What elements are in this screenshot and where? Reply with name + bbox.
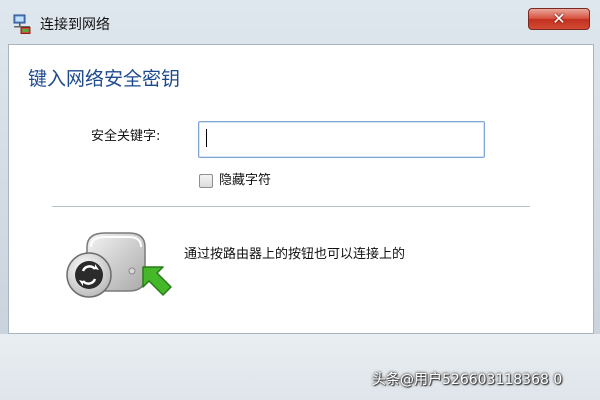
text-caret <box>206 129 207 147</box>
wps-router-icon <box>57 225 177 305</box>
hide-characters-label[interactable]: 隐藏字符 <box>219 173 271 189</box>
close-button[interactable]: ✕ <box>528 8 590 30</box>
router-instruction-text: 通过按路由器上的按钮也可以连接上的 <box>184 247 406 262</box>
dialog-footer <box>0 334 600 400</box>
security-key-label: 安全关键字: <box>91 129 161 144</box>
hide-characters-checkbox[interactable] <box>199 174 213 188</box>
green-arrow-icon <box>142 266 172 296</box>
close-icon: ✕ <box>552 9 566 28</box>
divider <box>52 206 530 207</box>
dialog-content: 键入网络安全密钥 安全关键字: 隐藏字符 通过按路由器上的按钮也可以连接上的 <box>8 44 594 334</box>
security-key-input[interactable] <box>198 121 485 158</box>
page-title: 键入网络安全密钥 <box>28 68 181 90</box>
network-icon <box>12 14 32 34</box>
connect-to-network-window: 连接到网络 ✕ 键入网络安全密钥 安全关键字: 隐藏字符 通过按路由器上的按钮也… <box>0 0 600 400</box>
watermark: 头条@用户526603118368 0 <box>372 372 563 388</box>
window-title: 连接到网络 <box>40 17 110 33</box>
title-bar: 连接到网络 ✕ <box>0 0 600 44</box>
